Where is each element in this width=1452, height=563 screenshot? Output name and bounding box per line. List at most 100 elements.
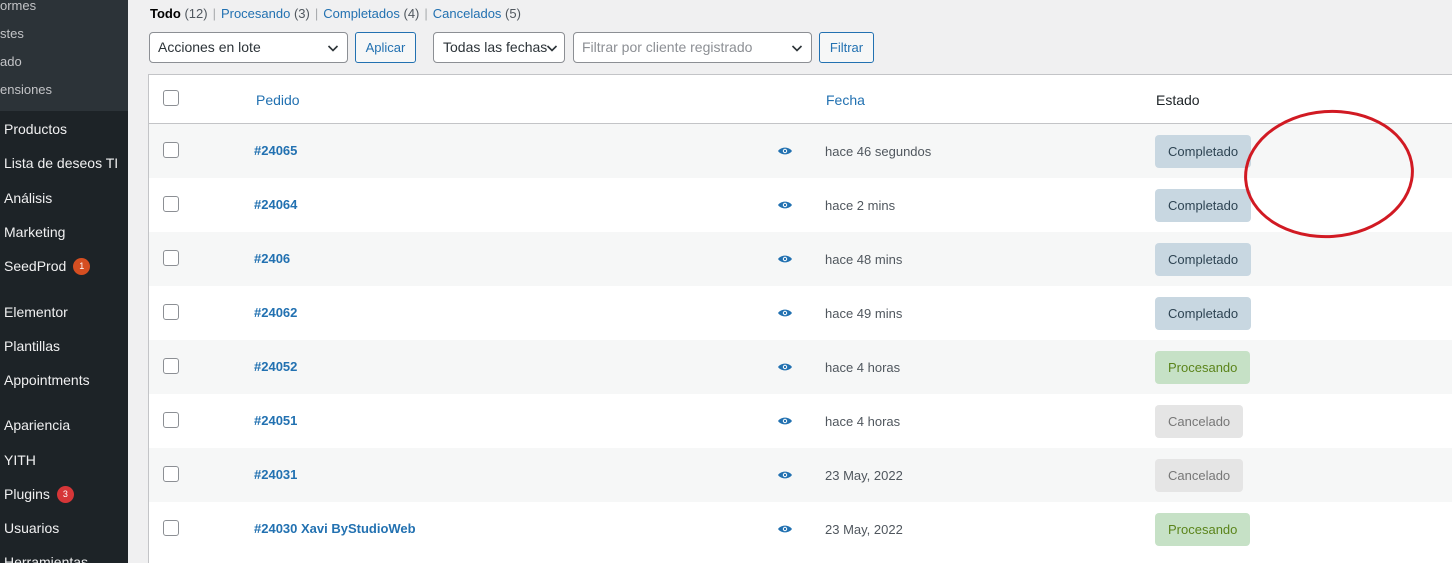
sidebar-item-lista-de-deseos-ti[interactable]: Lista de deseos TI	[0, 153, 118, 173]
sidebar-item-label: Appointments	[4, 372, 90, 388]
chevron-down-icon	[546, 45, 558, 52]
sidebar-item-an-lisis[interactable]: Análisis	[0, 188, 52, 208]
row-checkbox[interactable]	[163, 520, 179, 536]
row-checkbox[interactable]	[163, 466, 179, 482]
submenu-item-informes[interactable]: ormes	[0, 0, 128, 28]
select-all-checkbox[interactable]	[163, 90, 179, 106]
status-views: Todo (12) | Procesando (3) | Completados (4)…	[150, 6, 521, 21]
view-all[interactable]: Todo (12)	[150, 6, 208, 21]
row-checkbox[interactable]	[163, 142, 179, 158]
order-date: 23 May, 2022	[825, 468, 903, 483]
eye-icon[interactable]	[777, 361, 793, 373]
order-link[interactable]: #24051	[254, 413, 297, 428]
sidebar-item-usuarios[interactable]: Usuarios	[0, 518, 59, 538]
order-link[interactable]: #24064	[254, 197, 297, 212]
eye-icon[interactable]	[777, 253, 793, 265]
chevron-down-icon	[327, 45, 339, 52]
table-row[interactable]: #24031 23 May, 2022 Cancelado	[149, 448, 1452, 502]
sidebar-submenu: ormes stes ado ensiones	[0, 0, 128, 111]
status-badge: Procesando	[1155, 513, 1251, 546]
sidebar-item-label: Marketing	[4, 224, 66, 240]
column-header-order[interactable]: Pedido	[256, 92, 300, 108]
table-row[interactable]: #24065 hace 46 segundos Completado	[149, 124, 1452, 178]
sidebar-item-label: Apariencia	[4, 417, 71, 433]
table-row[interactable]: #24064 hace 2 mins Completado	[149, 178, 1452, 232]
admin-sidebar: ormes stes ado ensiones Productos Lista d…	[0, 0, 128, 563]
view-cancelled[interactable]: Cancelados (5)	[433, 6, 521, 21]
sidebar-item-label: Plantillas	[4, 338, 61, 354]
sidebar-item-elementor[interactable]: Elementor	[0, 302, 68, 322]
column-header-status: Estado	[1156, 92, 1200, 108]
sidebar-item-label: Análisis	[4, 190, 53, 206]
status-badge: Cancelado	[1155, 459, 1244, 492]
eye-icon[interactable]	[777, 307, 793, 319]
table-header: Pedido Fecha Estado	[149, 75, 1452, 124]
order-date: hace 48 mins	[825, 252, 903, 267]
status-badge: Procesando	[1155, 351, 1251, 384]
sidebar-item-label: Herramientas	[4, 554, 89, 563]
sidebar-item-label: Lista de deseos TI	[4, 155, 119, 171]
view-separator: |	[424, 6, 428, 21]
sidebar-item-productos[interactable]: Productos	[0, 119, 67, 139]
bulk-actions-select[interactable]: Acciones en lote	[149, 32, 348, 63]
sidebar-item-label: Usuarios	[4, 520, 60, 536]
date-filter-select[interactable]: Todas las fechas	[433, 32, 565, 63]
table-row[interactable]: #24030 Xavi ByStudioWeb 23 May, 2022 Proce…	[149, 502, 1452, 556]
eye-icon[interactable]	[777, 469, 793, 481]
sidebar-item-yith[interactable]: YITH	[0, 450, 36, 470]
order-link[interactable]: #24062	[254, 305, 297, 320]
submenu-item-extensiones[interactable]: ensiones	[0, 83, 128, 111]
filter-button[interactable]: Filtrar	[819, 32, 874, 63]
sidebar-item-label: Plugins	[4, 486, 50, 502]
apply-button[interactable]: Aplicar	[355, 32, 416, 63]
sidebar-item-label: YITH	[4, 452, 36, 468]
table-row[interactable]: #24051 hace 4 horas Cancelado	[149, 394, 1452, 448]
order-link[interactable]: #24031	[254, 467, 297, 482]
row-checkbox[interactable]	[163, 358, 179, 374]
row-checkbox[interactable]	[163, 250, 179, 266]
table-row[interactable]: #24052 hace 4 horas Procesando	[149, 340, 1452, 394]
eye-icon[interactable]	[777, 145, 793, 157]
view-processing[interactable]: Procesando (3)	[221, 6, 310, 21]
eye-icon[interactable]	[777, 199, 793, 211]
sidebar-item-plugins[interactable]: Plugins 3	[0, 484, 74, 504]
sidebar-item-label: Elementor	[4, 304, 68, 320]
column-header-date[interactable]: Fecha	[826, 92, 865, 108]
order-date: hace 49 mins	[825, 306, 903, 321]
submenu-item-estado[interactable]: ado	[0, 55, 128, 84]
sidebar-item-label: SeedProd	[4, 258, 67, 274]
status-badge: Completado	[1155, 135, 1252, 168]
view-completed[interactable]: Completados (4)	[323, 6, 419, 21]
order-date: hace 4 horas	[825, 414, 901, 429]
chevron-down-icon	[791, 45, 803, 52]
status-badge: Completado	[1155, 243, 1252, 276]
order-date: hace 4 horas	[825, 360, 901, 375]
status-badge: Cancelado	[1155, 405, 1244, 438]
order-link[interactable]: #24030 Xavi ByStudioWeb	[254, 521, 416, 536]
order-date: 23 May, 2022	[825, 522, 903, 537]
status-badge: Completado	[1155, 297, 1252, 330]
sidebar-item-plantillas[interactable]: Plantillas	[0, 336, 60, 356]
row-checkbox[interactable]	[163, 196, 179, 212]
row-checkbox[interactable]	[163, 304, 179, 320]
customer-filter-select[interactable]: Filtrar por cliente registrado	[573, 32, 812, 63]
eye-icon[interactable]	[777, 415, 793, 427]
order-date: hace 46 segundos	[825, 144, 932, 159]
notification-badge: 1	[73, 257, 91, 275]
order-link[interactable]: #24065	[254, 143, 297, 158]
order-link[interactable]: #24052	[254, 359, 297, 374]
eye-icon[interactable]	[777, 523, 793, 535]
order-link[interactable]: #2406	[254, 251, 290, 266]
table-row[interactable]: #24062 hace 49 mins Completado	[149, 286, 1452, 340]
sidebar-item-appointments[interactable]: Appointments	[0, 370, 90, 390]
main-content: Todo (12) | Procesando (3) | Completados (4)…	[128, 0, 1452, 563]
sidebar-item-apariencia[interactable]: Apariencia	[0, 415, 70, 435]
sidebar-item-herramientas[interactable]: Herramientas	[0, 552, 88, 563]
row-checkbox[interactable]	[163, 412, 179, 428]
notification-badge: 3	[56, 485, 74, 503]
status-badge: Completado	[1155, 189, 1252, 222]
sidebar-item-seedprod[interactable]: SeedProd 1	[0, 256, 91, 276]
sidebar-item-marketing[interactable]: Marketing	[0, 222, 65, 242]
table-row[interactable]: #2406 hace 48 mins Completado	[149, 232, 1452, 286]
submenu-item-ajustes[interactable]: stes	[0, 27, 128, 56]
